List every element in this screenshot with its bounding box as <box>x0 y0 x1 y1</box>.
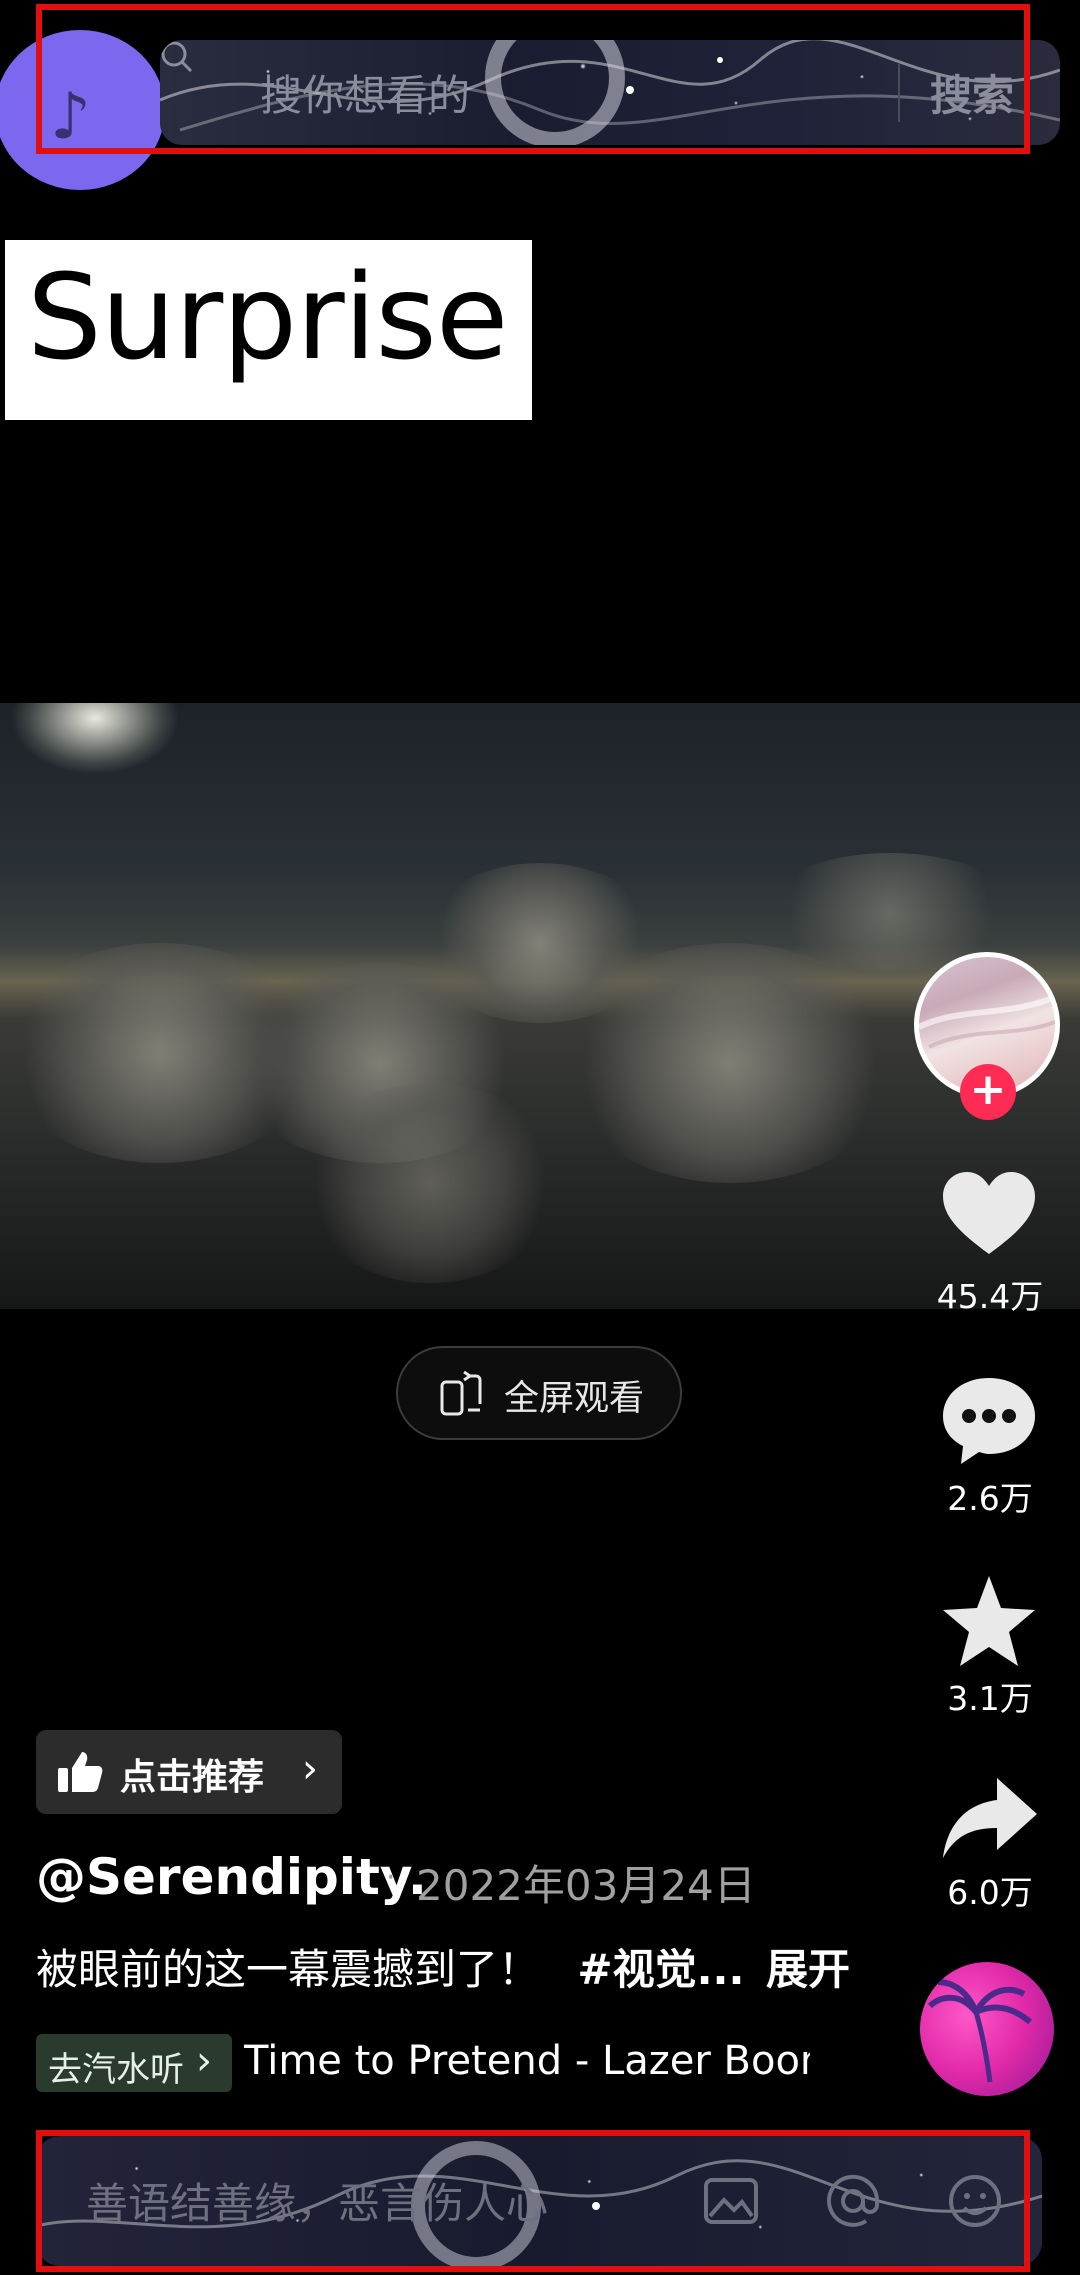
top-search-bar: ♪ 搜你想看的 搜索 <box>0 0 1080 190</box>
chevron-right-icon: › <box>302 1746 318 1792</box>
comment-count: 2.6万 <box>947 1479 1033 1518</box>
post-date: 2022年03月24日 <box>416 1861 756 1910</box>
listen-chip[interactable]: 去汽水听 › <box>36 2034 232 2092</box>
like-heart-icon[interactable] <box>939 1166 1039 1266</box>
video-title-text: Surprise <box>27 248 508 386</box>
highlight-box-bottom <box>36 2130 1030 2272</box>
recommend-label: 点击推荐 <box>120 1757 265 1798</box>
listen-label: 去汽水听 <box>48 2050 184 2090</box>
share-arrow-icon[interactable] <box>939 1770 1039 1870</box>
post-description: 被眼前的这一幕震撼到了！ #视觉... <box>36 1936 744 1997</box>
video-title-overlay: Surprise <box>5 240 532 420</box>
recommend-chip[interactable]: 点击推荐 › <box>36 1730 342 1814</box>
highlight-box-top <box>36 4 1030 154</box>
thumbs-up-icon <box>58 1752 103 1792</box>
description-text: 被眼前的这一幕震撼到了！ <box>36 1945 541 1994</box>
expand-button[interactable]: 展开 <box>766 1936 850 1997</box>
favorite-star-icon[interactable] <box>939 1572 1039 1672</box>
rotate-screen-icon <box>440 1370 482 1416</box>
separator-dot: · <box>386 1860 396 1895</box>
author-name[interactable]: @Serendipity. <box>36 1848 427 1906</box>
follow-button[interactable]: + <box>960 1064 1016 1120</box>
like-count: 45.4万 <box>936 1277 1044 1316</box>
chevron-right-icon: › <box>196 2038 212 2084</box>
share-count: 6.0万 <box>947 1873 1033 1912</box>
hashtag-link[interactable]: #视觉... <box>577 1945 744 1994</box>
music-disc[interactable] <box>920 1962 1054 2096</box>
favorite-count: 3.1万 <box>947 1679 1033 1718</box>
song-title[interactable]: Time to Pretend - Lazer Boom <box>244 2038 810 2084</box>
fullscreen-button[interactable]: 全屏观看 <box>396 1346 682 1440</box>
comment-icon[interactable] <box>939 1370 1039 1470</box>
fullscreen-label: 全屏观看 <box>504 1379 645 1419</box>
palm-tree-icon <box>927 1979 1032 2083</box>
